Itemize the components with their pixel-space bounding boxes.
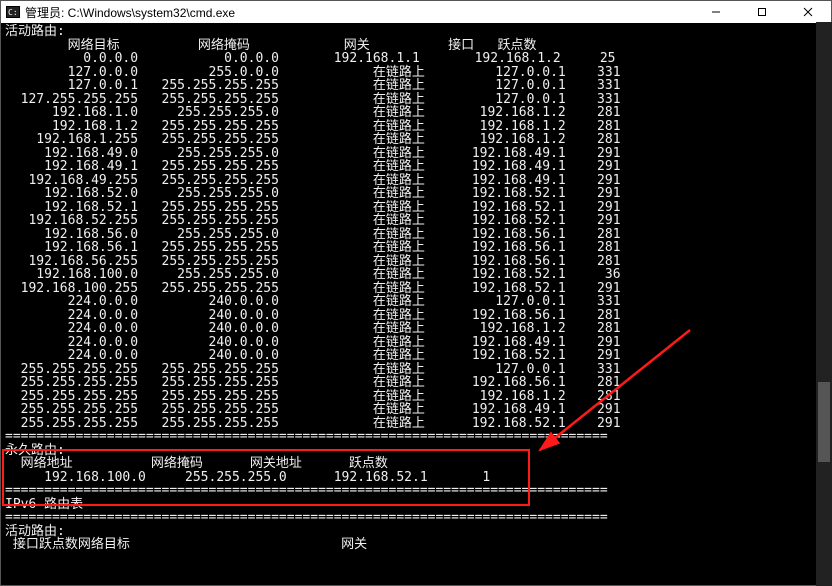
terminal-line: 224.0.0.0 240.0.0.0 在链路上 192.168.56.1 28… xyxy=(5,309,827,323)
terminal-line: 活动路由: xyxy=(5,525,827,539)
terminal-line: 网络地址 网络掩码 网关地址 跃点数 xyxy=(5,457,827,471)
terminal-line: 192.168.100.0 255.255.255.0 在链路上 192.168… xyxy=(5,268,827,282)
terminal-line: 活动路由: xyxy=(5,25,827,39)
window-controls xyxy=(693,1,831,23)
terminal-line: 192.168.100.0 255.255.255.0 192.168.52.1… xyxy=(5,471,827,485)
terminal-line: 192.168.56.255 255.255.255.255 在链路上 192.… xyxy=(5,255,827,269)
terminal-line: 192.168.52.0 255.255.255.0 在链路上 192.168.… xyxy=(5,187,827,201)
terminal-line: ========================================… xyxy=(5,484,827,498)
terminal-line: 127.255.255.255 255.255.255.255 在链路上 127… xyxy=(5,93,827,107)
terminal-line: 192.168.52.255 255.255.255.255 在链路上 192.… xyxy=(5,214,827,228)
terminal-line: 224.0.0.0 240.0.0.0 在链路上 127.0.0.1 331 xyxy=(5,295,827,309)
terminal-line: 永久路由: xyxy=(5,444,827,458)
terminal-line: 192.168.1.0 255.255.255.0 在链路上 192.168.1… xyxy=(5,106,827,120)
terminal-line: 192.168.49.0 255.255.255.0 在链路上 192.168.… xyxy=(5,147,827,161)
terminal-line: 192.168.49.255 255.255.255.255 在链路上 192.… xyxy=(5,174,827,188)
terminal-line: 接口跃点数网络目标 网关 xyxy=(5,538,827,552)
terminal-line: 127.0.0.1 255.255.255.255 在链路上 127.0.0.1… xyxy=(5,79,827,93)
close-button[interactable] xyxy=(785,1,831,23)
svg-text:C:: C: xyxy=(8,8,18,17)
cmd-window: C: 管理员: C:\Windows\system32\cmd.exe 活动路由… xyxy=(0,0,832,586)
terminal-line: 255.255.255.255 255.255.255.255 在链路上 192… xyxy=(5,417,827,431)
terminal-line: 192.168.1.255 255.255.255.255 在链路上 192.1… xyxy=(5,133,827,147)
terminal-line: ========================================… xyxy=(5,430,827,444)
terminal-line: 192.168.52.1 255.255.255.255 在链路上 192.16… xyxy=(5,201,827,215)
app-icon: C: xyxy=(5,4,21,20)
terminal-output[interactable]: 活动路由: 网络目标 网络掩码 网关 接口 跃点数 0.0.0.0 0.0.0.… xyxy=(1,23,831,585)
scrollbar[interactable] xyxy=(816,22,832,586)
titlebar[interactable]: C: 管理员: C:\Windows\system32\cmd.exe xyxy=(1,1,831,23)
terminal-line: 224.0.0.0 240.0.0.0 在链路上 192.168.1.2 281 xyxy=(5,322,827,336)
terminal-line: 255.255.255.255 255.255.255.255 在链路上 127… xyxy=(5,363,827,377)
terminal-line: 192.168.1.2 255.255.255.255 在链路上 192.168… xyxy=(5,120,827,134)
terminal-line: 网络目标 网络掩码 网关 接口 跃点数 xyxy=(5,39,827,53)
terminal-line: ========================================… xyxy=(5,511,827,525)
terminal-line: 0.0.0.0 0.0.0.0 192.168.1.1 192.168.1.2 … xyxy=(5,52,827,66)
scrollbar-thumb[interactable] xyxy=(818,382,830,462)
terminal-line: 192.168.56.1 255.255.255.255 在链路上 192.16… xyxy=(5,241,827,255)
terminal-line: IPv6 路由表 xyxy=(5,498,827,512)
terminal-line: 224.0.0.0 240.0.0.0 在链路上 192.168.52.1 29… xyxy=(5,349,827,363)
minimize-button[interactable] xyxy=(693,1,739,23)
maximize-button[interactable] xyxy=(739,1,785,23)
terminal-line: 127.0.0.0 255.0.0.0 在链路上 127.0.0.1 331 xyxy=(5,66,827,80)
window-title: 管理员: C:\Windows\system32\cmd.exe xyxy=(25,4,693,21)
terminal-line: 224.0.0.0 240.0.0.0 在链路上 192.168.49.1 29… xyxy=(5,336,827,350)
terminal-line: 192.168.100.255 255.255.255.255 在链路上 192… xyxy=(5,282,827,296)
terminal-line: 255.255.255.255 255.255.255.255 在链路上 192… xyxy=(5,403,827,417)
terminal-line: 192.168.49.1 255.255.255.255 在链路上 192.16… xyxy=(5,160,827,174)
terminal-line: 192.168.56.0 255.255.255.0 在链路上 192.168.… xyxy=(5,228,827,242)
terminal-line: 255.255.255.255 255.255.255.255 在链路上 192… xyxy=(5,390,827,404)
terminal-line: 255.255.255.255 255.255.255.255 在链路上 192… xyxy=(5,376,827,390)
